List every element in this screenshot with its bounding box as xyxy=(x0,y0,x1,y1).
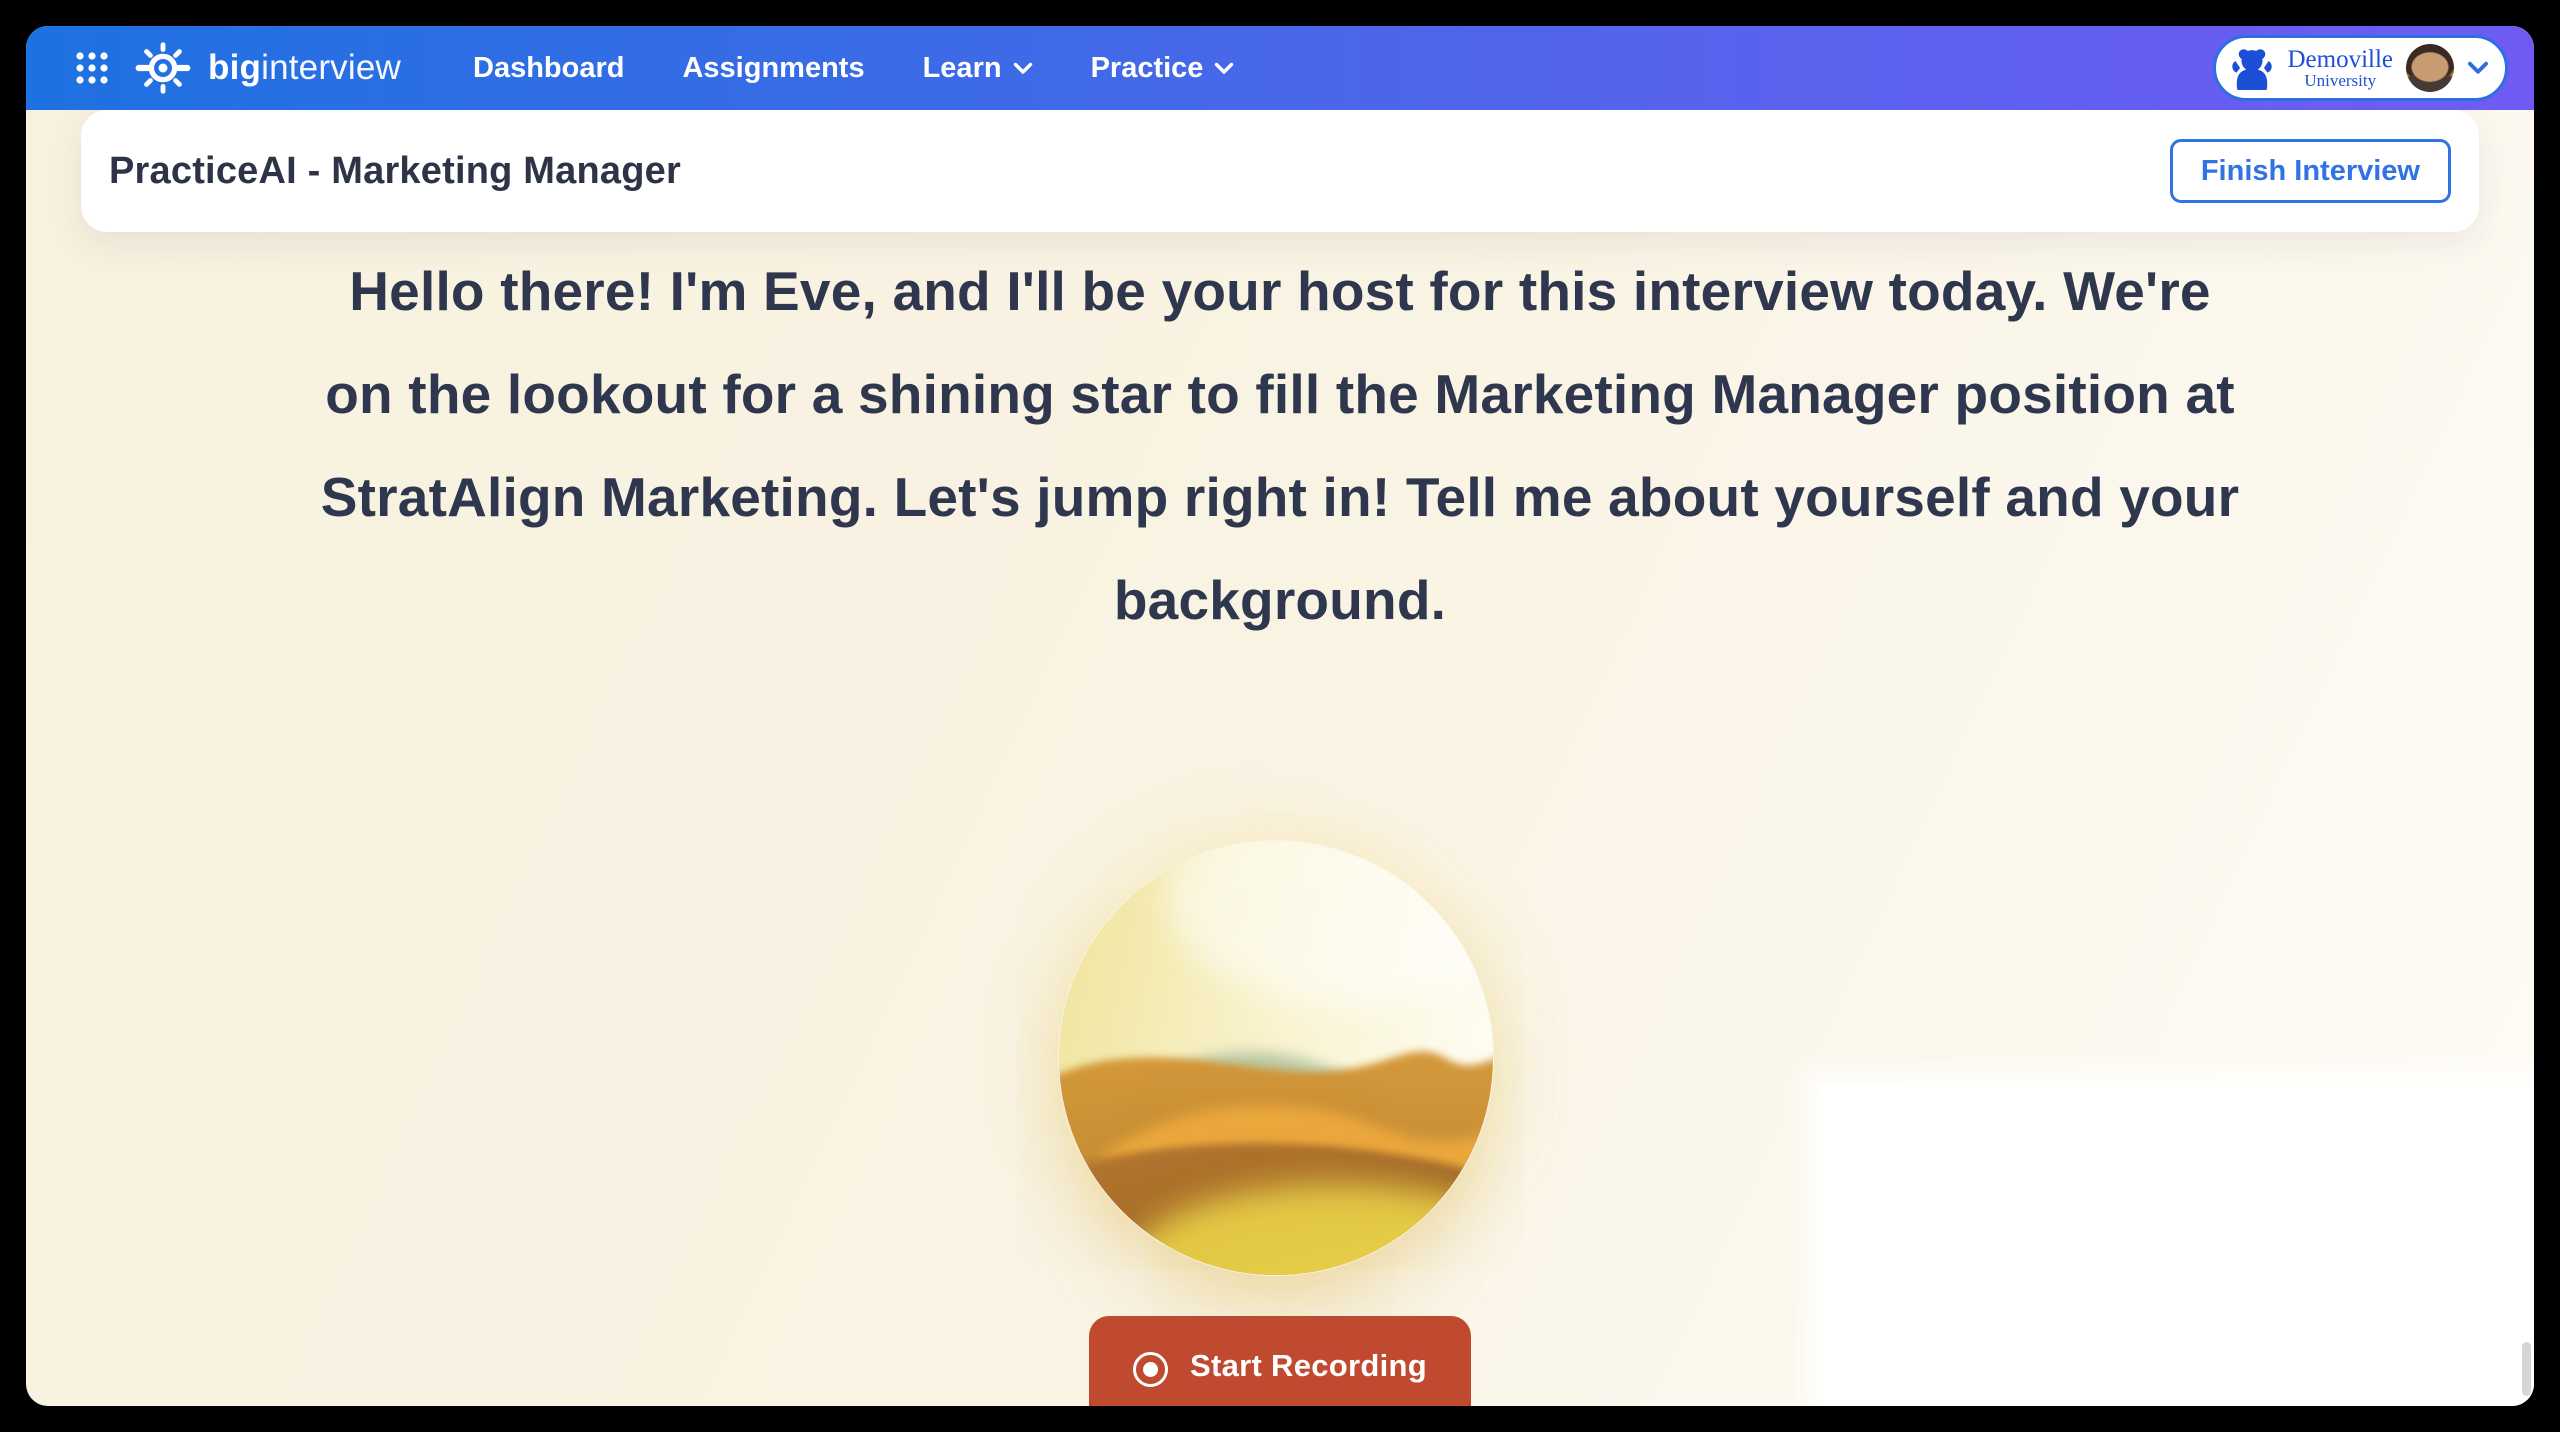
chevron-down-icon xyxy=(2467,61,2489,75)
chevron-down-icon xyxy=(1214,62,1234,75)
main-navigation: Dashboard Assignments Learn Practice xyxy=(473,52,1234,85)
chevron-down-icon xyxy=(1013,62,1033,75)
record-dot xyxy=(1143,1362,1158,1377)
device-frame: biginterview Dashboard Assignments Learn… xyxy=(0,0,2560,1432)
interviewer-message: Hello there! I'm Eve, and I'll be your h… xyxy=(315,240,2245,652)
org-line-2: University xyxy=(2287,72,2393,89)
nav-item-assignments[interactable]: Assignments xyxy=(682,52,864,85)
biginterview-logo[interactable]: biginterview xyxy=(132,37,401,99)
ai-voice-orb-graphic xyxy=(1058,840,1494,1276)
user-avatar xyxy=(2406,44,2454,92)
account-menu[interactable]: Demoville University xyxy=(2213,35,2508,101)
nav-label: Learn xyxy=(923,52,1002,85)
interview-header-card: PracticeAI - Marketing Manager Finish In… xyxy=(81,110,2479,232)
org-line-1: Demoville xyxy=(2287,47,2393,73)
nav-item-dashboard[interactable]: Dashboard xyxy=(473,52,624,85)
logo-word-big: big xyxy=(208,48,261,87)
sun-logo-icon xyxy=(132,37,194,99)
finish-interview-button[interactable]: Finish Interview xyxy=(2170,139,2451,203)
background-white-panel xyxy=(1819,1084,2534,1406)
grid-3x3-icon xyxy=(74,50,110,86)
page-title: PracticeAI - Marketing Manager xyxy=(109,150,681,193)
dune-orb-illustration xyxy=(1058,840,1494,1276)
nav-item-learn[interactable]: Learn xyxy=(923,52,1033,85)
record-button-label: Start Recording xyxy=(1190,1348,1427,1384)
bear-mascot-icon xyxy=(2230,43,2274,93)
logo-word-interview: interview xyxy=(261,48,401,87)
nav-item-practice[interactable]: Practice xyxy=(1091,52,1235,85)
nav-label: Assignments xyxy=(682,52,864,85)
nav-label: Practice xyxy=(1091,52,1204,85)
nav-label: Dashboard xyxy=(473,52,624,85)
top-navbar: biginterview Dashboard Assignments Learn… xyxy=(26,26,2534,110)
app-window: biginterview Dashboard Assignments Learn… xyxy=(26,26,2534,1406)
start-recording-button[interactable]: Start Recording xyxy=(1089,1316,1471,1406)
organization-name: Demoville University xyxy=(2287,47,2393,90)
apps-grid-icon[interactable] xyxy=(70,46,114,90)
logo-wordmark: biginterview xyxy=(208,48,401,88)
vertical-scrollbar-thumb[interactable] xyxy=(2522,1342,2531,1396)
record-icon xyxy=(1133,1352,1168,1387)
